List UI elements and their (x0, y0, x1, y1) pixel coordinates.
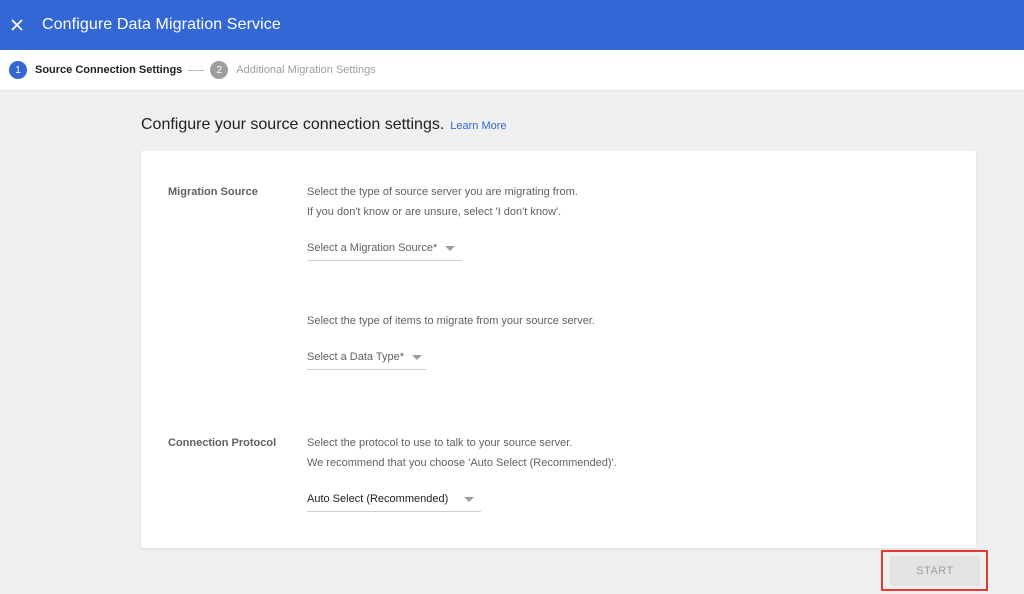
step-number-1: 1 (9, 61, 27, 79)
chevron-down-icon (412, 354, 423, 360)
settings-card: Migration Source Select the type of sour… (141, 151, 976, 548)
connection-protocol-select-value: Auto Select (Recommended) (307, 493, 449, 505)
step-number-2: 2 (210, 61, 229, 79)
migration-source-select-value: Select a Migration Source* (307, 242, 438, 254)
step-label-1: Source Connection Settings (35, 64, 183, 76)
learn-more-link[interactable]: Learn More (450, 120, 506, 132)
step-connector (188, 69, 205, 71)
chevron-down-icon (445, 245, 456, 251)
stepper: 1 Source Connection Settings 2 Additiona… (0, 50, 1024, 91)
close-icon (11, 19, 23, 31)
connection-protocol-label: Connection Protocol (168, 437, 277, 449)
close-button[interactable] (1, 9, 33, 41)
app-header: Configure Data Migration Service (0, 0, 1024, 50)
step-source-connection[interactable]: 1 Source Connection Settings (9, 61, 182, 79)
data-type-select[interactable]: Select a Data Type* (307, 345, 426, 370)
heading-text: Configure your source connection setting… (141, 116, 445, 133)
chevron-down-icon (464, 496, 475, 502)
data-type-select-value: Select a Data Type* (307, 351, 405, 363)
step-additional-settings[interactable]: 2 Additional Migration Settings (210, 61, 376, 79)
migration-source-select[interactable]: Select a Migration Source* (307, 236, 462, 261)
connection-protocol-desc-1: Select the protocol to use to talk to yo… (307, 437, 573, 449)
section-heading: Configure your source connection setting… (141, 116, 507, 134)
page-title: Configure Data Migration Service (42, 16, 281, 33)
start-button[interactable]: START (890, 556, 980, 586)
migration-source-desc-1: Select the type of source server you are… (307, 186, 578, 198)
migration-source-desc-2: If you don't know or are unsure, select … (307, 206, 562, 218)
migration-source-label: Migration Source (168, 186, 258, 198)
data-type-desc: Select the type of items to migrate from… (307, 315, 595, 327)
connection-protocol-select[interactable]: Auto Select (Recommended) (307, 487, 481, 512)
connection-protocol-desc-2: We recommend that you choose 'Auto Selec… (307, 457, 617, 469)
step-label-2: Additional Migration Settings (236, 64, 376, 76)
